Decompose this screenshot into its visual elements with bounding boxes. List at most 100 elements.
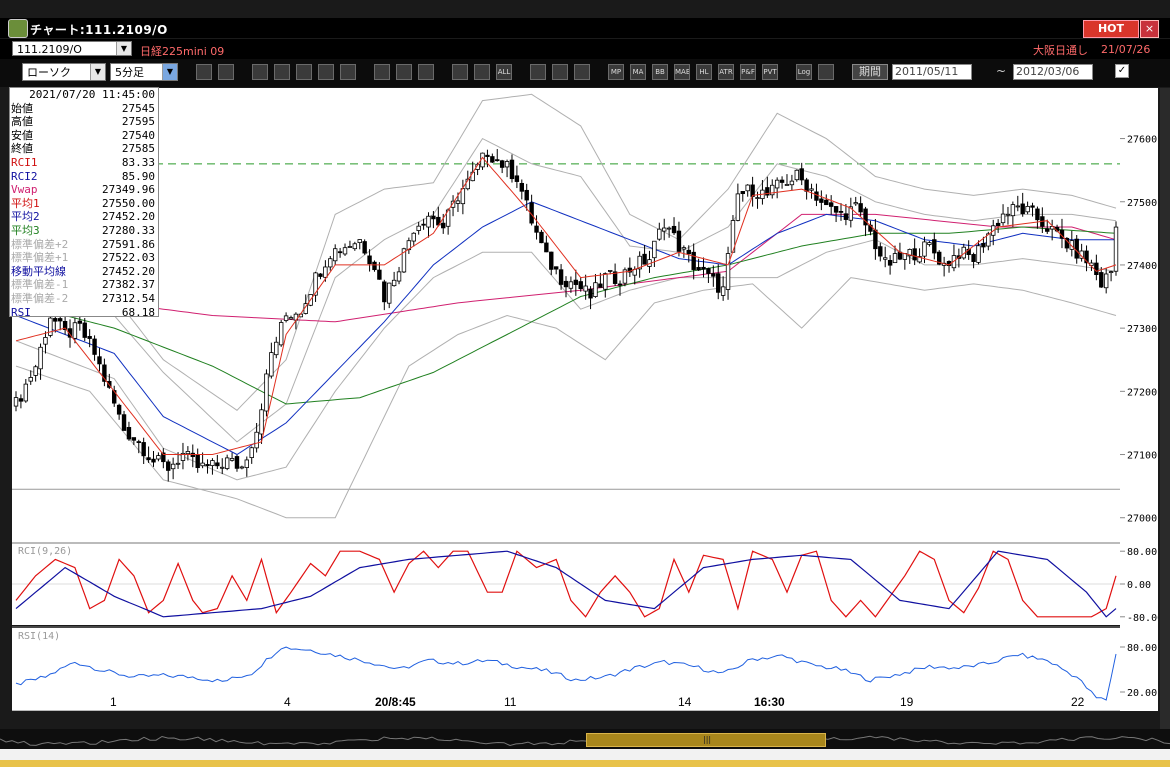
wrench-icon[interactable] [530, 64, 546, 80]
chart-type-select[interactable]: ローソク ▼ [22, 63, 106, 81]
candle [568, 281, 574, 289]
candle [495, 159, 500, 162]
magnify-icon[interactable] [274, 64, 290, 80]
window-title: チャート:111.2109/O [30, 23, 168, 37]
candle [234, 456, 240, 469]
toolbar-button-mae[interactable]: MAE [674, 64, 690, 80]
arrow-icon[interactable] [396, 64, 412, 80]
toolbar-button-all[interactable]: ALL [496, 64, 512, 80]
y-tick-label: 27600 [1127, 135, 1157, 146]
candle [617, 283, 623, 286]
candle-icon[interactable] [452, 64, 468, 80]
candle [789, 180, 795, 186]
candle [283, 315, 289, 321]
grid-icon[interactable] [218, 64, 234, 80]
close-button[interactable]: × [1140, 20, 1159, 38]
candle [804, 179, 809, 192]
chevron-down-icon[interactable]: ▼ [116, 42, 131, 55]
period-button[interactable]: 期間 [852, 64, 888, 80]
toolbar-button-mp[interactable]: MP [608, 64, 624, 80]
candle [82, 322, 87, 338]
data-row: 標準偏差-1 27382.37 [10, 278, 158, 292]
palette-icon[interactable] [574, 64, 590, 80]
data-row: RSI 68.18 [10, 306, 158, 320]
grip-icon: ||| [703, 735, 712, 744]
zoom-icon[interactable] [196, 64, 212, 80]
period-checkbox[interactable]: ✓ [1115, 64, 1129, 78]
data-value: 27280.33 [102, 223, 155, 237]
x-tick-label: 20/8:45 [375, 695, 416, 709]
data-datetime: 2021/07/20 11:45:00 [29, 88, 155, 101]
rci-title: RCI(9,26) [18, 546, 72, 557]
market-name: 大阪日通し [1033, 44, 1088, 57]
data-label: 高値 [11, 115, 33, 129]
candle [1030, 205, 1035, 208]
undo-icon[interactable] [418, 64, 434, 80]
toolbar-button-log[interactable]: Log [796, 64, 812, 80]
x-tick-label: 16:30 [754, 695, 785, 709]
y-tick-label: 27000 [1127, 514, 1157, 525]
candle [195, 454, 200, 469]
toolbar-button-hl[interactable]: HL [696, 64, 712, 80]
x-tick-label: 4 [284, 695, 291, 709]
candle [460, 188, 466, 205]
toolbar-button-atr[interactable]: ATR [718, 64, 734, 80]
data-row: 移動平均線 27452.20 [10, 265, 158, 279]
data-label: 標準偏差-2 [11, 291, 69, 305]
chevron-down-icon[interactable]: ▼ [90, 64, 105, 80]
candle [347, 246, 353, 248]
candle [1094, 262, 1099, 276]
candle [77, 320, 83, 324]
chevron-down-icon[interactable]: ▼ [162, 64, 177, 80]
x-tick-label: 22 [1071, 695, 1085, 709]
chart-area[interactable]: 1 4 20/8:45 11 14 16:30 19 22 RCI(9,26) RSI(14) [12, 88, 1120, 712]
from-date-field[interactable]: 2011/05/11 [892, 64, 972, 80]
cross-icon[interactable] [318, 64, 334, 80]
candle [514, 175, 520, 182]
data-value: 27452.20 [102, 210, 155, 224]
candle [185, 451, 191, 455]
interval-select[interactable]: 5分足 ▼ [110, 63, 178, 81]
candle [200, 462, 205, 467]
candle [927, 242, 932, 245]
cursor-icon[interactable] [252, 64, 268, 80]
candle [396, 271, 402, 282]
horizontal-scrollbar[interactable] [0, 729, 1170, 749]
hot-button[interactable]: HOT [1083, 20, 1139, 38]
x-tick-label: 1 [110, 695, 117, 709]
screen-icon[interactable] [818, 64, 834, 80]
brush-icon[interactable] [552, 64, 568, 80]
symbol-bar: 111.2109/O ▼ 日経225mini 09 大阪日通し 21/07/26 [0, 39, 1170, 59]
candle [274, 341, 279, 356]
toolbar-button-ma[interactable]: MA [630, 64, 646, 80]
candle [558, 269, 564, 285]
candle [897, 251, 903, 260]
x-tick-label: 19 [900, 695, 914, 709]
data-value: 27452.20 [102, 264, 155, 278]
symbol-name: 日経225mini 09 [140, 45, 225, 58]
candle [210, 460, 215, 467]
candle [603, 273, 608, 290]
symbol-select[interactable]: 111.2109/O ▼ [12, 41, 132, 56]
candle [882, 257, 888, 260]
bars-icon[interactable] [296, 64, 312, 80]
candle [421, 223, 426, 226]
candle [1025, 206, 1030, 213]
data-value: 85.90 [121, 169, 155, 183]
bar-icon[interactable] [474, 64, 490, 80]
candle [490, 156, 495, 163]
info-icon[interactable] [340, 64, 356, 80]
data-value: 27540 [121, 128, 155, 142]
toolbar-button-bb[interactable]: BB [652, 64, 668, 80]
toolbar-button-pvt[interactable]: PVT [762, 64, 778, 80]
pen-icon[interactable] [374, 64, 390, 80]
candle [1015, 205, 1020, 208]
candle [170, 463, 176, 470]
candle [205, 464, 210, 467]
to-date-field[interactable]: 2012/03/06 [1013, 64, 1093, 80]
candle [784, 184, 790, 186]
candle [215, 462, 220, 467]
candle [662, 227, 667, 232]
toolbar-button-pf[interactable]: P&F [740, 64, 756, 80]
candle [976, 245, 981, 263]
